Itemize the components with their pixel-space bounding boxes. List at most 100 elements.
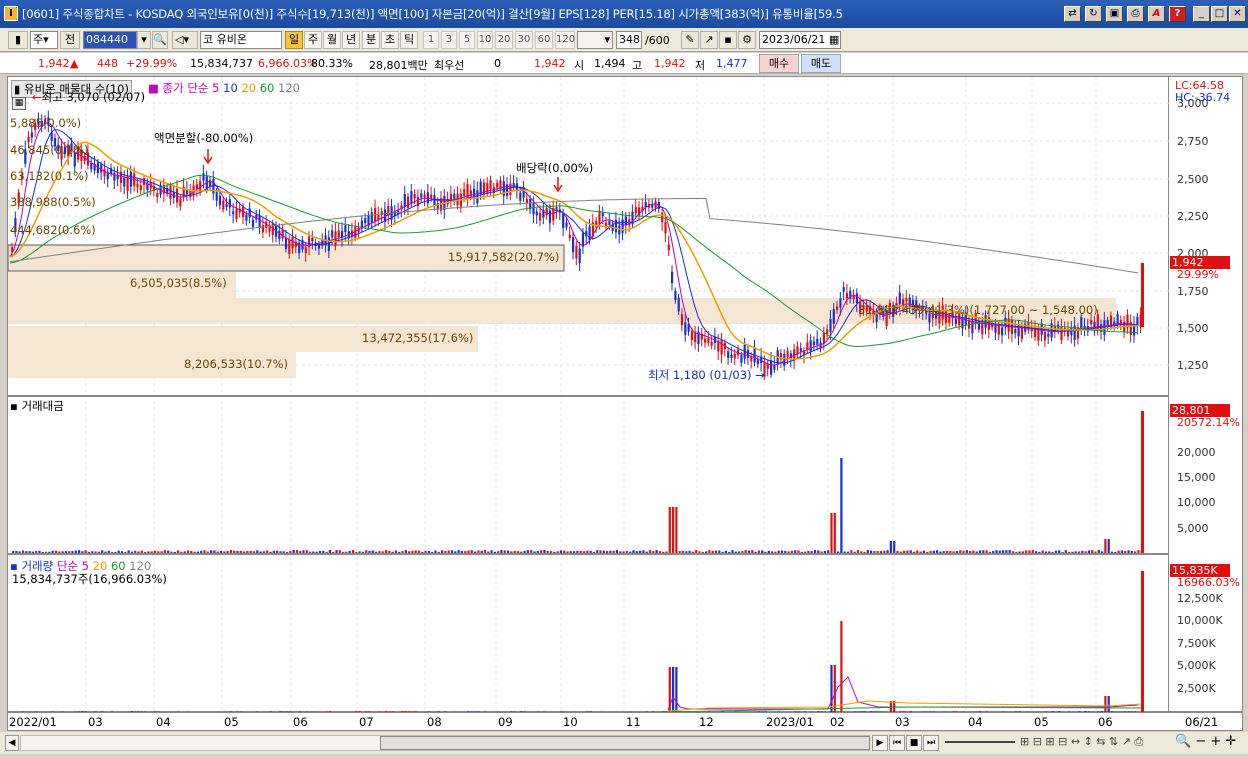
interval-60[interactable]: 60 xyxy=(535,31,553,49)
interval-3[interactable]: 3 xyxy=(441,31,457,49)
amount-bar xyxy=(236,550,239,553)
count-input[interactable]: 348 xyxy=(616,31,642,49)
sell-button[interactable]: 매도 xyxy=(801,54,841,73)
amount-bar xyxy=(269,551,272,553)
candle-body xyxy=(855,293,858,304)
price-axis[interactable]: LC:64.58 HC:-36.74 3,000 2,750 2,500 2,2… xyxy=(1169,76,1243,712)
period-minute[interactable]: 분 xyxy=(362,31,380,49)
period-month[interactable]: 월 xyxy=(323,31,341,49)
date-input[interactable]: 2023/06/21 ▦ xyxy=(759,31,841,49)
amount-bar xyxy=(622,551,625,553)
search-icon[interactable]: 🔍 xyxy=(152,31,168,49)
minimize-button[interactable]: _ xyxy=(1193,6,1210,22)
scroll-bar[interactable]: ◀ ▶ ⏮ ■ ⏭ ⊞ ⊟ ⊞ ⊟ ↔ ↕ ⇆ ⇅ ↗ ⎙ 🔍 − + ✛ xyxy=(0,732,1248,754)
amount-bar xyxy=(662,551,665,553)
period-year[interactable]: 년 xyxy=(342,31,360,49)
window-icon[interactable]: ▣ xyxy=(1106,6,1123,22)
help-icon[interactable]: ? xyxy=(1169,6,1186,22)
interval-1[interactable]: 1 xyxy=(423,31,439,49)
interval-20[interactable]: 20 xyxy=(495,31,513,49)
amount-bar xyxy=(229,550,232,553)
amount-bar xyxy=(1064,550,1067,553)
amount-bar xyxy=(764,551,767,553)
volume-value: 15,834,737 xyxy=(190,57,253,70)
amount-bar xyxy=(91,551,94,553)
amount-bar xyxy=(1130,550,1133,553)
interval-input[interactable]: ▾ xyxy=(577,31,613,49)
candle-body xyxy=(476,190,479,204)
best-quote-label: 최우선 xyxy=(434,59,465,72)
type-select[interactable]: 주▾ xyxy=(30,31,58,49)
scroll-left-icon[interactable]: ◀ xyxy=(5,735,19,751)
buy-button[interactable]: 매수 xyxy=(759,54,799,73)
interval-120[interactable]: 120 xyxy=(555,31,575,49)
tool-icon[interactable]: ▮ xyxy=(8,31,28,49)
period-week[interactable]: 주 xyxy=(304,31,322,49)
amount-bar xyxy=(21,550,25,553)
zoom-controls-icon[interactable]: 🔍 − + ✛ xyxy=(1175,734,1236,749)
play-icon[interactable]: ▶ xyxy=(872,735,888,751)
amount-bar xyxy=(1002,550,1005,553)
candle-body xyxy=(281,229,284,239)
maximize-button[interactable]: □ xyxy=(1211,6,1228,22)
trend-icon[interactable]: ↗ xyxy=(700,31,718,49)
amount-bar xyxy=(474,551,477,553)
time-axis[interactable]: 2022/01 03 04 05 06 07 08 09 10 11 12 20… xyxy=(7,712,1243,731)
amount-bar xyxy=(1031,550,1034,553)
amount-bar xyxy=(1028,550,1031,553)
interval-5[interactable]: 5 xyxy=(459,31,475,49)
amount-bar xyxy=(54,550,58,553)
amount-bar xyxy=(1054,550,1057,553)
scroll-thumb[interactable] xyxy=(380,736,870,750)
x-tick: 06/21 xyxy=(1185,715,1219,729)
amount-bar xyxy=(823,550,826,553)
amount-bar xyxy=(784,550,787,553)
amount-bar xyxy=(919,551,922,553)
zoom-icon[interactable]: ✎ xyxy=(681,31,699,49)
period-day[interactable]: 일 xyxy=(285,31,303,49)
period-second[interactable]: 초 xyxy=(381,31,399,49)
amount-bar xyxy=(612,550,615,553)
amount-bar xyxy=(576,550,579,553)
stop-icon[interactable]: ■ xyxy=(906,735,922,751)
speaker-icon[interactable]: ◁▾ xyxy=(172,31,198,49)
candle-body xyxy=(770,360,773,375)
font-icon[interactable]: A xyxy=(1148,6,1165,22)
code-input[interactable]: 084440 xyxy=(83,31,137,49)
print-icon[interactable]: ⎙ xyxy=(1127,6,1144,22)
prev-page-icon[interactable]: ⏮ xyxy=(889,735,905,751)
candle-body xyxy=(905,297,908,302)
prev-button[interactable]: 전 xyxy=(60,31,80,49)
interval-30[interactable]: 30 xyxy=(515,31,533,49)
chart-area[interactable]: ▮ 유비온 매물대 수(10) ■ 종가 단순 5 10 20 60 120 ▦… xyxy=(7,76,1170,713)
table-icon[interactable]: ▦ xyxy=(12,97,26,110)
open-label: 시 xyxy=(574,59,585,72)
candle-body xyxy=(836,306,839,311)
candle-body xyxy=(575,245,578,259)
amount-bar xyxy=(68,551,71,553)
save-icon[interactable]: ▪ xyxy=(719,31,737,49)
next-page-icon[interactable]: ⏭ xyxy=(923,735,939,751)
amount-bar xyxy=(579,550,582,553)
stock-name-field[interactable]: 코 유비온 xyxy=(200,31,282,49)
zoom-slider[interactable] xyxy=(945,741,1015,743)
candle-body xyxy=(291,236,294,249)
amount-bar xyxy=(510,551,513,553)
period-tick[interactable]: 틱 xyxy=(400,31,418,49)
amount-bar xyxy=(114,551,117,553)
drawing-tools-icon[interactable]: ⊞ ⊟ ⊞ ⊟ ↔ ↕ ⇆ ⇅ ↗ ⎙ xyxy=(1020,735,1143,749)
close-button[interactable]: ✕ xyxy=(1229,6,1246,22)
settings-icon[interactable]: ⚙ xyxy=(738,31,756,49)
x-tick: 04 xyxy=(968,715,983,729)
up-arrow-icon: ▲ xyxy=(70,57,79,70)
code-dropdown-icon[interactable]: ▾ xyxy=(137,31,151,49)
amount-bar xyxy=(853,551,856,553)
link-icon[interactable]: ⇄ xyxy=(1064,6,1081,22)
amount-bar xyxy=(348,550,351,553)
high-annotation: ←최고 3,070 (02/07) xyxy=(32,90,146,104)
interval-10[interactable]: 10 xyxy=(477,31,493,49)
amount-bar xyxy=(150,551,153,553)
amount-bar xyxy=(51,550,54,553)
history-icon[interactable]: ↻ xyxy=(1085,6,1102,22)
candle-body xyxy=(667,244,670,251)
